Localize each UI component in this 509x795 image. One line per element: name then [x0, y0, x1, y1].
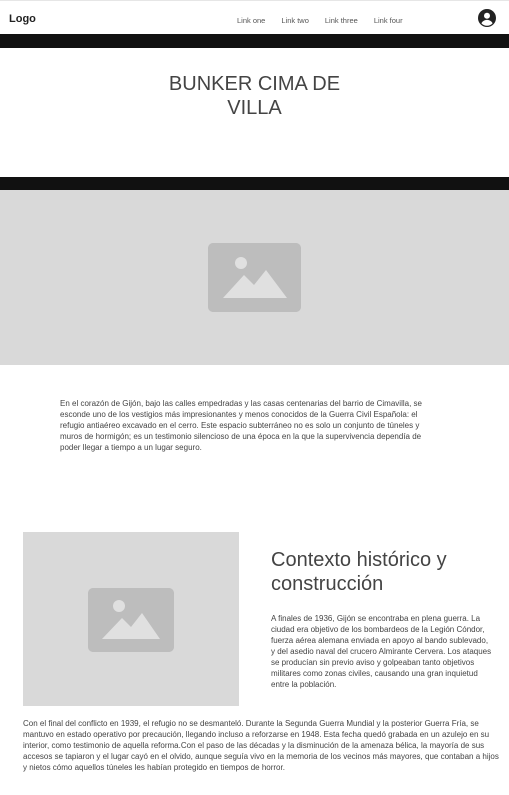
hero-image-placeholder [0, 190, 509, 365]
page-title-line-1: BUNKER CIMA DE [168, 73, 341, 95]
page-title-line-2: VILLA [227, 97, 282, 119]
account-circle-icon[interactable] [478, 9, 496, 27]
bottom-divider-bar [0, 177, 509, 190]
page: Logo Link one Link two Link three Link f… [0, 0, 509, 795]
image-placeholder-icon [88, 588, 174, 652]
intro-paragraph: En el corazón de Gijón, bajo las calles … [60, 399, 422, 452]
nav-link-one[interactable]: Link one [237, 16, 265, 25]
section-image-placeholder [23, 532, 239, 706]
logo[interactable]: Logo [9, 13, 36, 25]
nav-link-four[interactable]: Link four [374, 16, 403, 25]
section-paragraph: A finales de 1936, Gijón se encontraba e… [271, 614, 492, 689]
image-placeholder-icon [208, 243, 301, 312]
nav-link-two[interactable]: Link two [281, 16, 309, 25]
nav-link-three[interactable]: Link three [325, 16, 358, 25]
page-title: BUNKER CIMA DE VILLA [0, 72, 509, 120]
closing-paragraph: Con el final del conflicto en 1939, el r… [23, 719, 499, 772]
section-heading: Contexto histórico y construcción [271, 549, 447, 595]
nav-links: Link one Link two Link three Link four [237, 16, 403, 25]
top-divider-bar [0, 34, 509, 48]
navbar: Logo Link one Link two Link three Link f… [0, 0, 509, 34]
